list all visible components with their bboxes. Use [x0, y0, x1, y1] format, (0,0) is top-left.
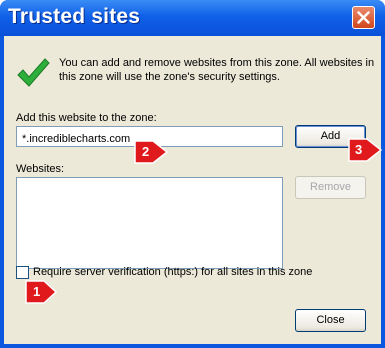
annotation-marker-3: 3: [347, 135, 383, 165]
websites-list[interactable]: [16, 177, 283, 269]
close-window-button[interactable]: [352, 6, 375, 29]
websites-label: Websites:: [16, 163, 65, 175]
intro-text: You can add and remove websites from thi…: [59, 57, 375, 83]
remove-button[interactable]: Remove: [295, 176, 366, 199]
close-button[interactable]: Close: [295, 309, 366, 332]
red-arrow-icon: [134, 140, 169, 164]
marker-label: 3: [355, 142, 363, 157]
trusted-sites-dialog: Trusted sites You can add and remove web…: [0, 0, 385, 348]
marker-label: 1: [33, 284, 41, 299]
close-icon: [357, 11, 370, 24]
red-arrow-icon: [348, 138, 383, 162]
title-bar[interactable]: Trusted sites: [0, 0, 385, 36]
marker-label: 2: [142, 144, 150, 159]
add-website-label: Add this website to the zone:: [16, 112, 157, 124]
require-https-label: Require server verification (https:) for…: [33, 266, 313, 278]
checkmark-icon: [17, 58, 50, 87]
dialog-title: Trusted sites: [8, 5, 141, 28]
annotation-marker-2: 2: [133, 137, 169, 167]
annotation-marker-1: 1: [22, 277, 58, 307]
dialog-body: You can add and remove websites from thi…: [4, 36, 381, 344]
